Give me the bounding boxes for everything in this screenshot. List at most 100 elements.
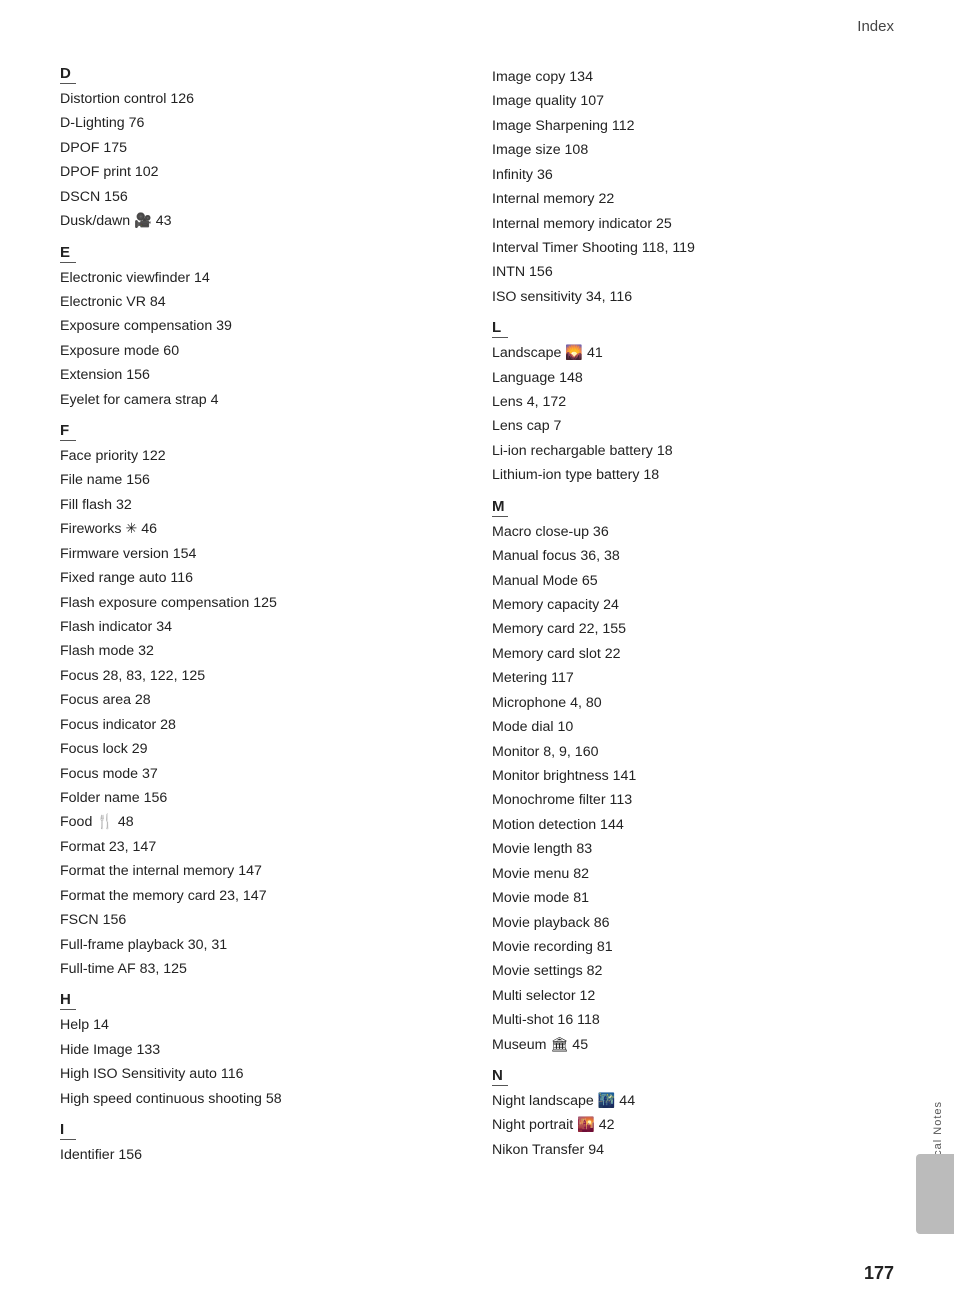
- list-item: Exposure compensation 39: [60, 314, 462, 338]
- list-item: Night landscape 🌃 44: [492, 1089, 894, 1113]
- list-item: Movie menu 82: [492, 862, 894, 886]
- list-item: Fill flash 32: [60, 493, 462, 517]
- list-item: Memory capacity 24: [492, 593, 894, 617]
- list-item: Internal memory indicator 25: [492, 212, 894, 236]
- list-item: Identifier 156: [60, 1143, 462, 1167]
- list-item: Image copy 134: [492, 65, 894, 89]
- list-item: Manual Mode 65: [492, 569, 894, 593]
- movie-icon: 🎥: [134, 213, 152, 229]
- list-item: Electronic VR 84: [60, 290, 462, 314]
- list-item: Focus lock 29: [60, 737, 462, 761]
- list-item: Exposure mode 60: [60, 339, 462, 363]
- fireworks-icon: ✳: [125, 521, 137, 537]
- list-item: Full-frame playback 30, 31: [60, 933, 462, 957]
- list-item: Format the internal memory 147: [60, 859, 462, 883]
- list-item: Lens cap 7: [492, 414, 894, 438]
- list-item: Firmware version 154: [60, 542, 462, 566]
- museum-icon: 🏛: [550, 1037, 568, 1053]
- section-letter: F: [60, 422, 76, 441]
- list-item: Memory card slot 22: [492, 642, 894, 666]
- night-portrait-icon: 🌇: [577, 1117, 595, 1133]
- list-item: Flash exposure compensation 125: [60, 591, 462, 615]
- list-item: DPOF 175: [60, 136, 462, 160]
- section-letter: E: [60, 244, 76, 263]
- list-item: Monochrome filter 113: [492, 788, 894, 812]
- right-column: Image copy 134Image quality 107Image Sha…: [492, 65, 894, 1177]
- list-item: Fixed range auto 116: [60, 566, 462, 590]
- section-letter: L: [492, 319, 508, 338]
- page-number: 177: [864, 1263, 894, 1284]
- side-tab: [916, 1154, 954, 1234]
- list-item: Dusk/dawn 🎥 43: [60, 209, 462, 233]
- list-item: Electronic viewfinder 14: [60, 266, 462, 290]
- section-letter: N: [492, 1067, 508, 1086]
- list-item: Focus area 28: [60, 688, 462, 712]
- list-item: Format 23, 147: [60, 835, 462, 859]
- index-section: Image copy 134Image quality 107Image Sha…: [492, 65, 894, 309]
- index-section: E Electronic viewfinder 14Electronic VR 8…: [60, 244, 462, 413]
- list-item: Museum 🏛 45: [492, 1033, 894, 1057]
- list-item: Memory card 22, 155: [492, 617, 894, 641]
- list-item: Flash indicator 34: [60, 615, 462, 639]
- list-item: Extension 156: [60, 363, 462, 387]
- list-item: Format the memory card 23, 147: [60, 884, 462, 908]
- list-item: Nikon Transfer 94: [492, 1138, 894, 1162]
- list-item: Lens 4, 172: [492, 390, 894, 414]
- list-item: Monitor 8, 9, 160: [492, 740, 894, 764]
- list-item: Night portrait 🌇 42: [492, 1113, 894, 1137]
- list-item: Infinity 36: [492, 163, 894, 187]
- list-item: ISO sensitivity 34, 116: [492, 285, 894, 309]
- list-item: Interval Timer Shooting 118, 119: [492, 236, 894, 260]
- list-item: Flash mode 32: [60, 639, 462, 663]
- list-item: Manual focus 36, 38: [492, 544, 894, 568]
- header-title: Index: [857, 18, 894, 35]
- list-item: Mode dial 10: [492, 715, 894, 739]
- list-item: Monitor brightness 141: [492, 764, 894, 788]
- index-section: M Macro close-up 36Manual focus 36, 38Man…: [492, 498, 894, 1057]
- list-item: Language 148: [492, 366, 894, 390]
- list-item: Fireworks ✳ 46: [60, 517, 462, 541]
- index-section: LLandscape 🌄 41Language 148Lens 4, 172Le…: [492, 319, 894, 488]
- list-item: Movie playback 86: [492, 911, 894, 935]
- list-item: Food 🍴 48: [60, 810, 462, 834]
- list-item: Multi selector 12: [492, 984, 894, 1008]
- list-item: Movie recording 81: [492, 935, 894, 959]
- food-icon: 🍴: [96, 814, 114, 830]
- list-item: Image quality 107: [492, 89, 894, 113]
- list-item: Macro close-up 36: [492, 520, 894, 544]
- list-item: Microphone 4, 80: [492, 691, 894, 715]
- section-letter: M: [492, 498, 508, 517]
- list-item: Help 14: [60, 1013, 462, 1037]
- landscape-icon: 🌄: [565, 345, 583, 361]
- section-letter: D: [60, 65, 76, 84]
- list-item: DPOF print 102: [60, 160, 462, 184]
- list-item: Multi-shot 16 118: [492, 1008, 894, 1032]
- list-item: Internal memory 22: [492, 187, 894, 211]
- list-item: Movie length 83: [492, 837, 894, 861]
- list-item: Movie settings 82: [492, 959, 894, 983]
- list-item: High ISO Sensitivity auto 116: [60, 1062, 462, 1086]
- list-item: Image size 108: [492, 138, 894, 162]
- list-item: Face priority 122: [60, 444, 462, 468]
- list-item: Focus indicator 28: [60, 713, 462, 737]
- list-item: High speed continuous shooting 58: [60, 1087, 462, 1111]
- section-letter: H: [60, 991, 76, 1010]
- section-letter: I: [60, 1121, 76, 1140]
- list-item: File name 156: [60, 468, 462, 492]
- list-item: Hide Image 133: [60, 1038, 462, 1062]
- index-section: N Night landscape 🌃 44Night portrait 🌇 42…: [492, 1067, 894, 1162]
- list-item: Distortion control 126: [60, 87, 462, 111]
- list-item: INTN 156: [492, 260, 894, 284]
- left-column: DDistortion control 126D-Lighting 76DPOF…: [60, 65, 462, 1177]
- list-item: D-Lighting 76: [60, 111, 462, 135]
- list-item: Folder name 156: [60, 786, 462, 810]
- list-item: DSCN 156: [60, 185, 462, 209]
- list-item: FSCN 156: [60, 908, 462, 932]
- page: Index D Distortion control 126D-Lighting …: [0, 0, 954, 1314]
- list-item: Focus 28, 83, 122, 125: [60, 664, 462, 688]
- index-section: DDistortion control 126D-Lighting 76DPOF…: [60, 65, 462, 234]
- list-item: Full-time AF 83, 125: [60, 957, 462, 981]
- index-section: F Face priority 122File name 156Fill flas…: [60, 422, 462, 981]
- page-header: Index: [0, 0, 954, 45]
- list-item: Movie mode 81: [492, 886, 894, 910]
